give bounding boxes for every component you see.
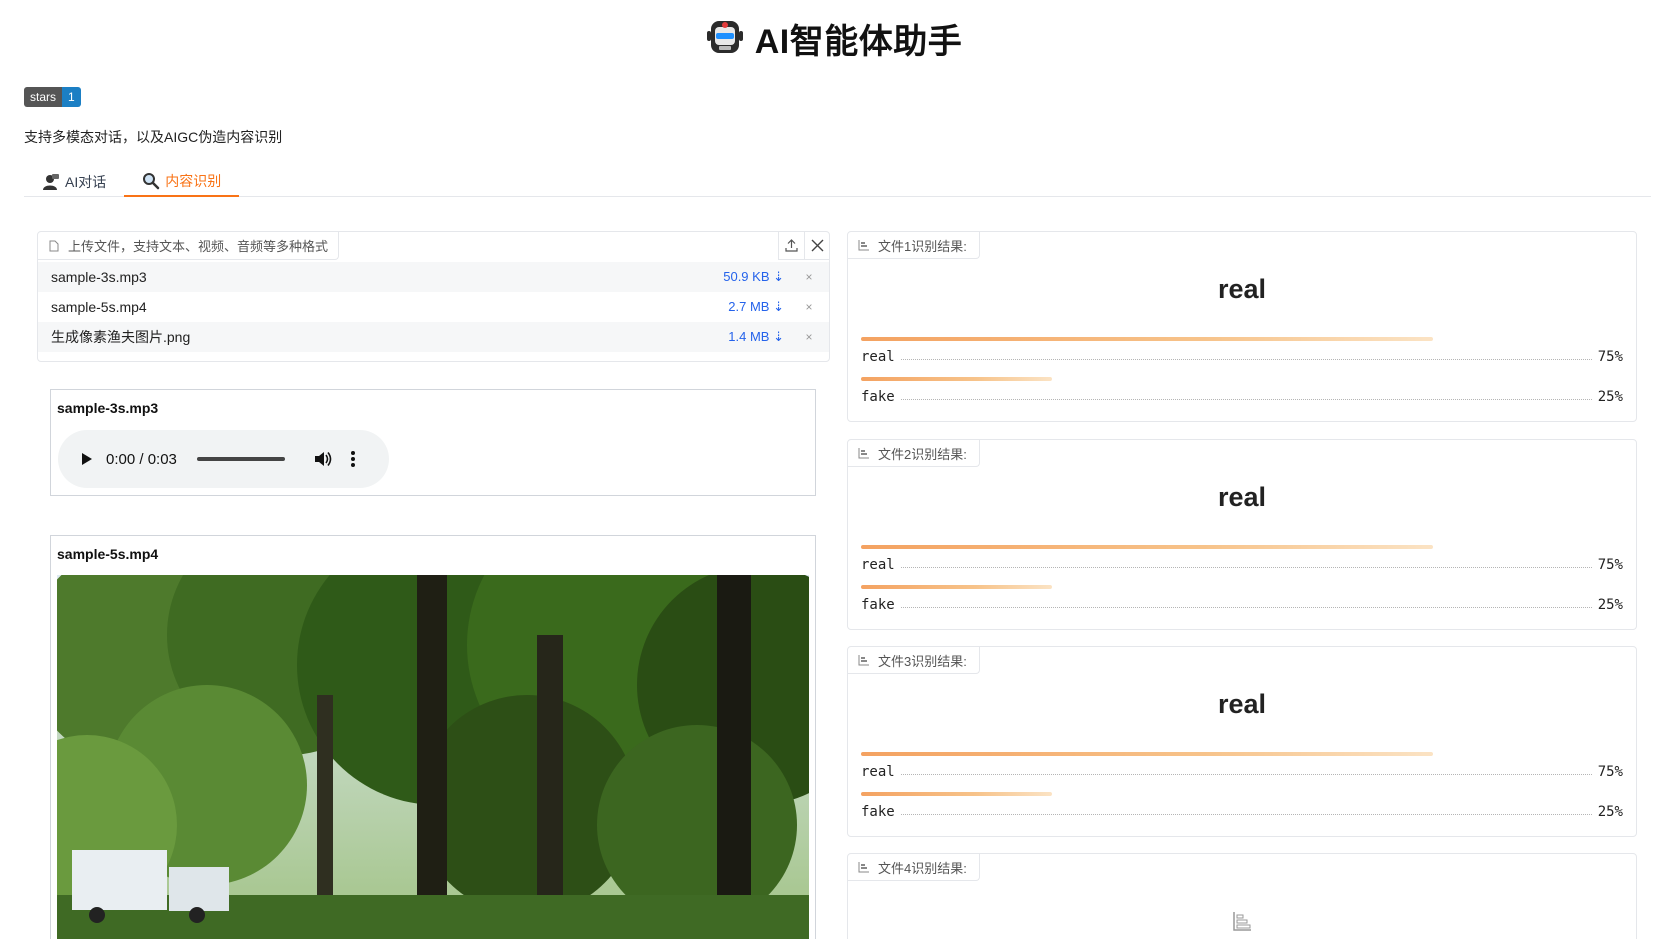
bar-chart-icon [858,862,869,873]
file-list: sample-3s.mp3 50.9 KB ⇣ × sample-5s.mp4 … [38,262,829,352]
result-label: 文件3识别结果: [848,647,980,674]
predicted-label: real [1217,274,1267,304]
predicted-label: real [1217,482,1267,512]
tab-ai-chat[interactable]: AI对话 [24,166,124,197]
class-percent: 75% [1597,349,1623,365]
audio-progress-slider[interactable] [196,457,285,461]
class-percent: 75% [1597,557,1623,573]
file-download-link[interactable]: 2.7 MB ⇣ [728,299,784,315]
class-name: real [861,557,895,573]
confidence-bar [861,585,1052,589]
robot-icon [706,21,743,53]
video-frame-image [57,575,809,939]
audio-preview: sample-3s.mp3 0:00 / 0:03 [50,389,816,496]
result-panel-2: 文件2识别结果: real real 75% fake 25% [847,439,1637,630]
video-preview: sample-5s.mp4 [50,535,816,939]
badge-count: 1 [62,87,81,107]
video-title: sample-5s.mp4 [57,546,159,562]
bar-chart-icon [858,655,869,666]
result-label-text: 文件2识别结果: [878,446,967,462]
class-name: real [861,349,895,365]
badge-label: stars [24,87,63,107]
bar-chart-icon [858,240,869,251]
class-percent: 75% [1597,764,1623,780]
tab-bar: AI对话 内容识别 [24,166,1651,197]
class-name: fake [861,597,895,613]
file-icon [49,240,59,251]
video-player[interactable] [57,575,809,939]
result-label-text: 文件3识别结果: [878,653,967,669]
confidence-row-real: real 75% [861,337,1623,371]
tab-label: 内容识别 [165,172,222,189]
clear-button[interactable] [804,232,829,259]
audio-title: sample-3s.mp3 [57,400,159,416]
remove-file-button[interactable]: × [802,330,816,344]
app-header: AI智能体助手 [0,14,1667,62]
empty-chart-icon [1233,912,1251,931]
class-percent: 25% [1597,389,1623,405]
result-label: 文件2识别结果: [848,440,980,467]
stars-badge[interactable]: stars 1 [24,87,81,107]
confidence-row-real: real 75% [861,545,1623,579]
result-label: 文件1识别结果: [848,232,980,259]
class-name: fake [861,804,895,820]
file-row: sample-5s.mp4 2.7 MB ⇣ × [38,292,829,322]
file-upload-panel[interactable]: 上传文件，支持文本、视频、音频等多种格式 sample-3s.mp3 50.9 … [37,231,830,362]
play-icon[interactable] [78,451,94,467]
confidence-row-real: real 75% [861,752,1623,786]
result-label: 文件4识别结果: [848,854,980,881]
file-name: sample-5s.mp4 [51,299,147,315]
confidence-bar [861,377,1052,381]
upload-label: 上传文件，支持文本、视频、音频等多种格式 [38,232,340,260]
confidence-row-fake: fake 25% [861,792,1623,826]
page-subtitle: 支持多模态对话，以及AIGC伪造内容识别 [24,129,283,145]
confidence-bar [861,545,1433,549]
page-title: AI智能体助手 [754,22,963,61]
file-name: sample-3s.mp3 [51,269,147,285]
confidence-bar [861,792,1052,796]
result-panel-3: 文件3识别结果: real real 75% fake 25% [847,646,1637,837]
class-percent: 25% [1597,804,1623,820]
audio-player: 0:00 / 0:03 [58,430,389,488]
file-download-link[interactable]: 50.9 KB ⇣ [723,269,784,285]
confidence-bar [861,337,1433,341]
class-name: real [861,764,895,780]
result-panel-1: 文件1识别结果: real real 75% fake 25% [847,231,1637,422]
tab-label: AI对话 [65,173,107,190]
file-row: 生成像素渔夫图片.png 1.4 MB ⇣ × [38,322,829,352]
result-label-text: 文件4识别结果: [878,860,967,876]
remove-file-button[interactable]: × [802,300,816,314]
upload-actions [778,232,829,260]
confidence-row-fake: fake 25% [861,585,1623,619]
file-download-link[interactable]: 1.4 MB ⇣ [728,329,784,345]
file-name: 生成像素渔夫图片.png [51,329,191,345]
close-icon [811,239,823,252]
upload-label-text: 上传文件，支持文本、视频、音频等多种格式 [68,239,329,254]
volume-icon[interactable] [313,449,333,469]
result-panel-4: 文件4识别结果: [847,853,1637,939]
chat-person-icon [43,173,59,190]
bar-chart-icon [858,448,869,459]
class-percent: 25% [1597,597,1623,613]
result-label-text: 文件1识别结果: [878,238,967,254]
tab-content-detection[interactable]: 内容识别 [124,166,240,197]
confidence-row-fake: fake 25% [861,377,1623,411]
predicted-label: real [1217,689,1267,719]
file-row: sample-3s.mp3 50.9 KB ⇣ × [38,262,829,292]
class-name: fake [861,389,895,405]
audio-time: 0:00 / 0:03 [106,450,177,468]
upload-icon [785,239,798,252]
magnifier-icon [143,172,160,189]
upload-button[interactable] [779,232,804,259]
confidence-bar [861,752,1433,756]
remove-file-button[interactable]: × [802,270,816,284]
more-options-icon[interactable] [345,449,361,469]
